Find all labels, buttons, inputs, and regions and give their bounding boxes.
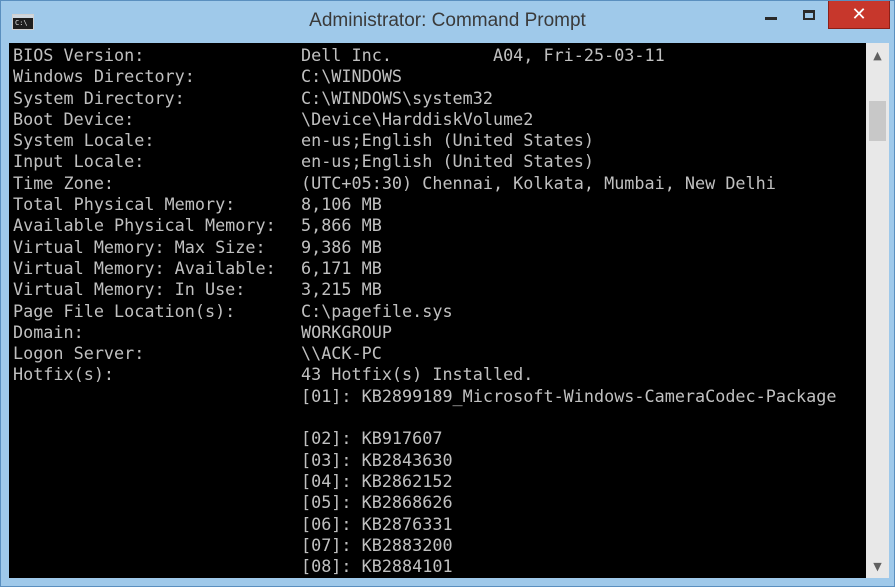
console-line: System Directory: C:\WINDOWS\system32: [13, 88, 836, 109]
console-line-value: [05]: KB2868626: [301, 492, 453, 513]
console-line-value: [03]: KB2843630: [301, 449, 453, 470]
console-line: Available Physical Memory: 5,866 MB: [13, 215, 836, 236]
console-line: Virtual Memory: Max Size: 9,386 MB: [13, 237, 836, 258]
console-line-value: 6,171 MB: [301, 257, 382, 278]
console-line-label: BIOS Version:: [13, 45, 145, 65]
minimize-button[interactable]: [754, 1, 788, 29]
console-line-value: Dell Inc. A04, Fri-25-03-11: [301, 45, 665, 65]
console-line: [02]: KB917607: [13, 428, 836, 449]
console-line-label: Input Locale:: [13, 151, 145, 172]
console-line: Time Zone: (UTC+05:30) Chennai, Kolkata, …: [13, 173, 836, 194]
console-line-value: 3,215 MB: [301, 279, 382, 300]
console-line: [05]: KB2868626: [13, 492, 836, 513]
console-line: [03]: KB2843630: [13, 450, 836, 471]
console-line: BIOS Version: Dell Inc. A04, Fri-25-03-11: [13, 45, 836, 66]
console-line-value: [08]: KB2884101: [301, 556, 453, 577]
command-prompt-window: C:\ Administrator: Command Prompt ✕ BIOS…: [0, 0, 895, 587]
console-line-label: Virtual Memory: Available:: [13, 257, 276, 278]
console-line: [01]: KB2899189_Microsoft-Windows-Camera…: [13, 386, 836, 407]
console-line: Windows Directory: C:\WINDOWS: [13, 66, 836, 87]
close-icon: ✕: [851, 3, 867, 25]
console-line-value: [07]: KB2883200: [301, 534, 453, 555]
console-line-value: 8,106 MB: [301, 194, 382, 215]
console-line-value: [01]: KB2899189_Microsoft-Windows-Camera…: [301, 385, 837, 406]
minimize-icon: [765, 16, 777, 20]
console-line-label: Windows Directory:: [13, 66, 195, 87]
console-line-label: System Locale:: [13, 130, 155, 151]
console-line-value: 43 Hotfix(s) Installed.: [301, 364, 534, 385]
console-output[interactable]: BIOS Version: Dell Inc. A04, Fri-25-03-11…: [9, 43, 866, 580]
console-line-value: (UTC+05:30) Chennai, Kolkata, Mumbai, Ne…: [301, 172, 776, 193]
chevron-down-icon[interactable]: ▼: [866, 556, 889, 576]
console-line: Virtual Memory: In Use: 3,215 MB: [13, 279, 836, 300]
console-line-label: Virtual Memory: In Use:: [13, 279, 246, 300]
console-line-value: [02]: KB917607: [301, 428, 443, 449]
console-line-value: C:\pagefile.sys: [301, 300, 453, 321]
maximize-icon: [803, 10, 815, 20]
console-line-value: C:\WINDOWS\system32: [301, 87, 493, 108]
console-line: Logon Server: \\ACK-PC: [13, 343, 836, 364]
window-frame-bottom: [1, 578, 894, 586]
console-line-value: [06]: KB2876331: [301, 513, 453, 534]
console-line-label: Virtual Memory: Max Size:: [13, 236, 266, 257]
console-line-value: en-us;English (United States): [301, 130, 594, 151]
console-line: Page File Location(s): C:\pagefile.sys: [13, 301, 836, 322]
console-line: [06]: KB2876331: [13, 514, 836, 535]
console-line-value: \\ACK-PC: [301, 343, 382, 364]
console-lines: BIOS Version: Dell Inc. A04, Fri-25-03-11…: [13, 45, 836, 577]
console-line-value: 9,386 MB: [301, 236, 382, 257]
console-line-value: WORKGROUP: [301, 321, 392, 342]
console-line-label: Available Physical Memory:: [13, 215, 276, 236]
console-line: [08]: KB2884101: [13, 556, 836, 577]
close-button[interactable]: ✕: [828, 1, 890, 29]
scroll-thumb[interactable]: [869, 101, 886, 141]
console-line-value: 5,866 MB: [301, 215, 382, 236]
console-line-value: en-us;English (United States): [301, 151, 594, 172]
maximize-button[interactable]: [792, 1, 826, 29]
console-line-label: Boot Device:: [13, 108, 135, 129]
vertical-scrollbar[interactable]: ▲ ▼: [866, 43, 889, 580]
console-line: [07]: KB2883200: [13, 535, 836, 556]
console-line: Total Physical Memory: 8,106 MB: [13, 194, 836, 215]
console-line-value: \Device\HarddiskVolume2: [301, 108, 534, 129]
console-line-label: Total Physical Memory:: [13, 194, 236, 215]
console-line: Input Locale: en-us;English (United State…: [13, 151, 836, 172]
console-line-label: Logon Server:: [13, 343, 145, 364]
chevron-up-icon[interactable]: ▲: [866, 45, 889, 65]
console-line-label: Hotfix(s):: [13, 364, 115, 385]
console-line-value: C:\WINDOWS: [301, 66, 403, 87]
console-line-label: Domain:: [13, 321, 84, 342]
console-line-label: Time Zone:: [13, 172, 115, 193]
console-line-label: Page File Location(s):: [13, 300, 236, 321]
console-line: Virtual Memory: Available: 6,171 MB: [13, 258, 836, 279]
console-line: Hotfix(s): 43 Hotfix(s) Installed.: [13, 364, 836, 385]
console-line: System Locale: en-us;English (United Stat…: [13, 130, 836, 151]
console-line: Domain: WORKGROUP: [13, 322, 836, 343]
console-line: Boot Device: \Device\HarddiskVolume2: [13, 109, 836, 130]
title-bar[interactable]: C:\ Administrator: Command Prompt ✕: [1, 1, 894, 43]
console-line-value: [04]: KB2862152: [301, 470, 453, 491]
console-line: [04]: KB2862152: [13, 471, 836, 492]
console-line-label: System Directory:: [13, 87, 185, 108]
